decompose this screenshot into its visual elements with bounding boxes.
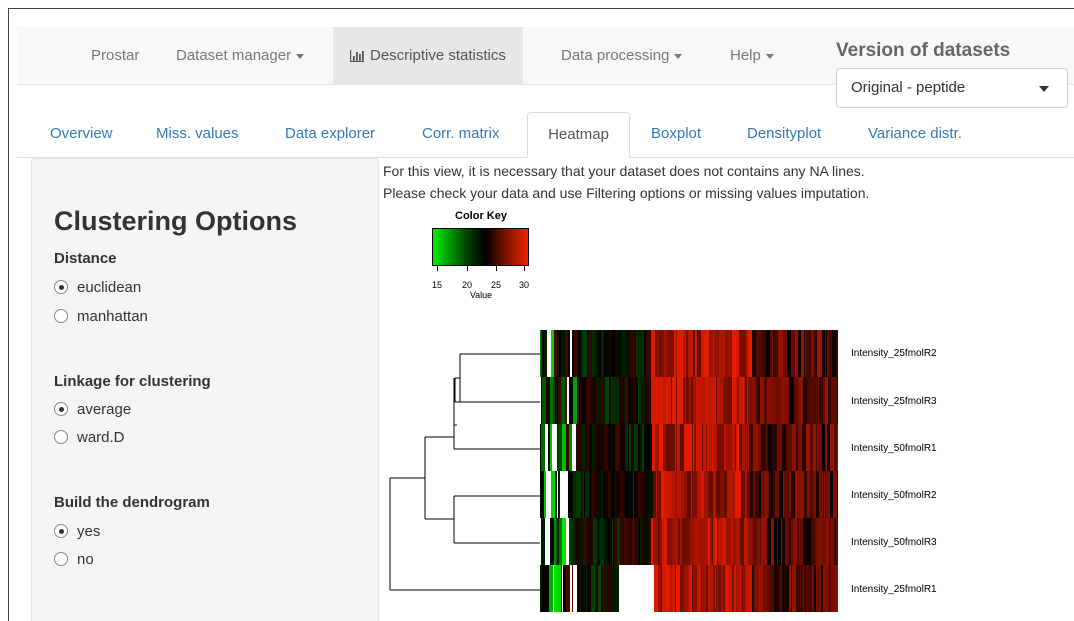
nav-dataset-manager[interactable]: Dataset manager xyxy=(176,27,305,85)
caret-down-icon xyxy=(296,53,305,59)
window-border-left xyxy=(8,8,9,621)
radio-unchecked-icon xyxy=(54,552,68,566)
nav-descriptive-statistics-label: Descriptive statistics xyxy=(370,47,506,64)
sidebar-title: Clustering Options xyxy=(54,206,297,236)
radio-label: ward.D xyxy=(77,429,125,446)
color-key-tickmark xyxy=(524,266,525,271)
heatmap-row xyxy=(540,565,838,612)
radio-yes[interactable]: yes xyxy=(54,523,100,541)
radio-no[interactable]: no xyxy=(54,551,94,569)
heatmap-row-label: Intensity_50fmolR1 xyxy=(851,443,937,454)
radio-ward-d[interactable]: ward.D xyxy=(54,429,125,447)
heatmap-row xyxy=(540,424,838,471)
color-key-tickmark xyxy=(496,266,497,271)
caret-down-icon xyxy=(674,53,683,59)
row-dendrogram xyxy=(389,353,541,591)
dendrogram-branch xyxy=(389,477,541,591)
heatmap-row-label: Intensity_25fmolR1 xyxy=(851,584,937,595)
radio-label: manhattan xyxy=(77,308,148,325)
tab-miss-values[interactable]: Miss. values xyxy=(156,112,239,158)
nav-data-processing-label: Data processing xyxy=(561,47,670,64)
nav-help-label: Help xyxy=(730,47,761,64)
tab-heatmap[interactable]: Heatmap xyxy=(527,112,630,158)
heatmap-grid xyxy=(540,330,838,612)
nav-brand-prostar[interactable]: Prostar xyxy=(91,27,139,85)
color-key-xlabel: Value xyxy=(469,290,493,300)
heatmap-row xyxy=(540,518,838,565)
bar-chart-icon xyxy=(350,50,364,63)
distance-label: Distance xyxy=(54,250,117,267)
heatmap-row-label: Intensity_50fmolR3 xyxy=(851,537,937,548)
dendrogram-branch xyxy=(450,495,541,544)
dropdown-caret-icon xyxy=(1039,86,1049,92)
color-key-tickmark xyxy=(467,266,468,271)
tab-data-explorer[interactable]: Data explorer xyxy=(285,112,375,158)
radio-checked-icon xyxy=(54,402,68,416)
version-title: Version of datasets xyxy=(836,40,1011,61)
window-border-top xyxy=(8,8,1074,9)
na-warning-line1: For this view, it is necessary that your… xyxy=(383,163,865,179)
heatmap-row-label: Intensity_50fmolR2 xyxy=(851,490,937,501)
color-key-tick: 15 xyxy=(432,280,443,290)
tab-boxplot[interactable]: Boxplot xyxy=(651,112,701,158)
color-key-title: Color Key xyxy=(455,210,507,222)
nav-data-processing[interactable]: Data processing xyxy=(561,27,683,85)
na-warning-line2: Please check your data and use Filtering… xyxy=(383,185,870,201)
radio-label: no xyxy=(77,551,94,568)
nav-dataset-manager-label: Dataset manager xyxy=(176,47,292,64)
dendrogram-branch xyxy=(424,436,454,520)
tab-densityplot[interactable]: Densityplot xyxy=(747,112,821,158)
version-selected-value: Original - peptide xyxy=(851,79,966,96)
radio-unchecked-icon xyxy=(54,430,68,444)
tab-variance-distr[interactable]: Variance distr. xyxy=(868,112,962,158)
radio-unchecked-icon xyxy=(54,309,68,323)
radio-average[interactable]: average xyxy=(54,401,131,419)
tab-overview[interactable]: Overview xyxy=(50,112,113,158)
dendrogram-branch xyxy=(453,377,541,450)
color-key-tick: 25 xyxy=(491,280,502,290)
heatmap-row xyxy=(540,377,838,424)
color-key: Color Key 15 20 25 30 Value xyxy=(425,210,537,310)
nav-descriptive-statistics[interactable]: Descriptive statistics xyxy=(333,27,523,85)
tab-corr-matrix[interactable]: Corr. matrix xyxy=(422,112,500,158)
color-key-tickmark xyxy=(437,266,438,271)
radio-checked-icon xyxy=(54,280,68,294)
radio-euclidean[interactable]: euclidean xyxy=(54,279,141,297)
heatmap-row-label: Intensity_25fmolR3 xyxy=(851,396,937,407)
radio-label: average xyxy=(77,401,132,418)
linkage-label: Linkage for clustering xyxy=(54,373,211,390)
nav-help[interactable]: Help xyxy=(730,27,774,85)
color-key-gradient xyxy=(432,228,529,266)
heatmap-row xyxy=(540,330,838,377)
version-select[interactable]: Original - peptide xyxy=(836,68,1068,108)
heatmap-row xyxy=(540,471,838,518)
nav-brand-label: Prostar xyxy=(91,47,140,64)
radio-checked-icon xyxy=(54,524,68,538)
radio-label: yes xyxy=(77,523,101,540)
clustering-sidebar: Clustering Options Distance euclidean ma… xyxy=(31,158,379,621)
dendrogram-branch xyxy=(454,353,541,403)
color-key-tick: 30 xyxy=(519,280,530,290)
dendrogram-label: Build the dendrogram xyxy=(54,494,210,511)
radio-manhattan[interactable]: manhattan xyxy=(54,308,148,326)
caret-down-icon xyxy=(765,53,774,59)
radio-label: euclidean xyxy=(77,279,142,296)
color-key-tick: 20 xyxy=(462,280,473,290)
heatmap-row-label: Intensity_25fmolR2 xyxy=(851,348,937,359)
